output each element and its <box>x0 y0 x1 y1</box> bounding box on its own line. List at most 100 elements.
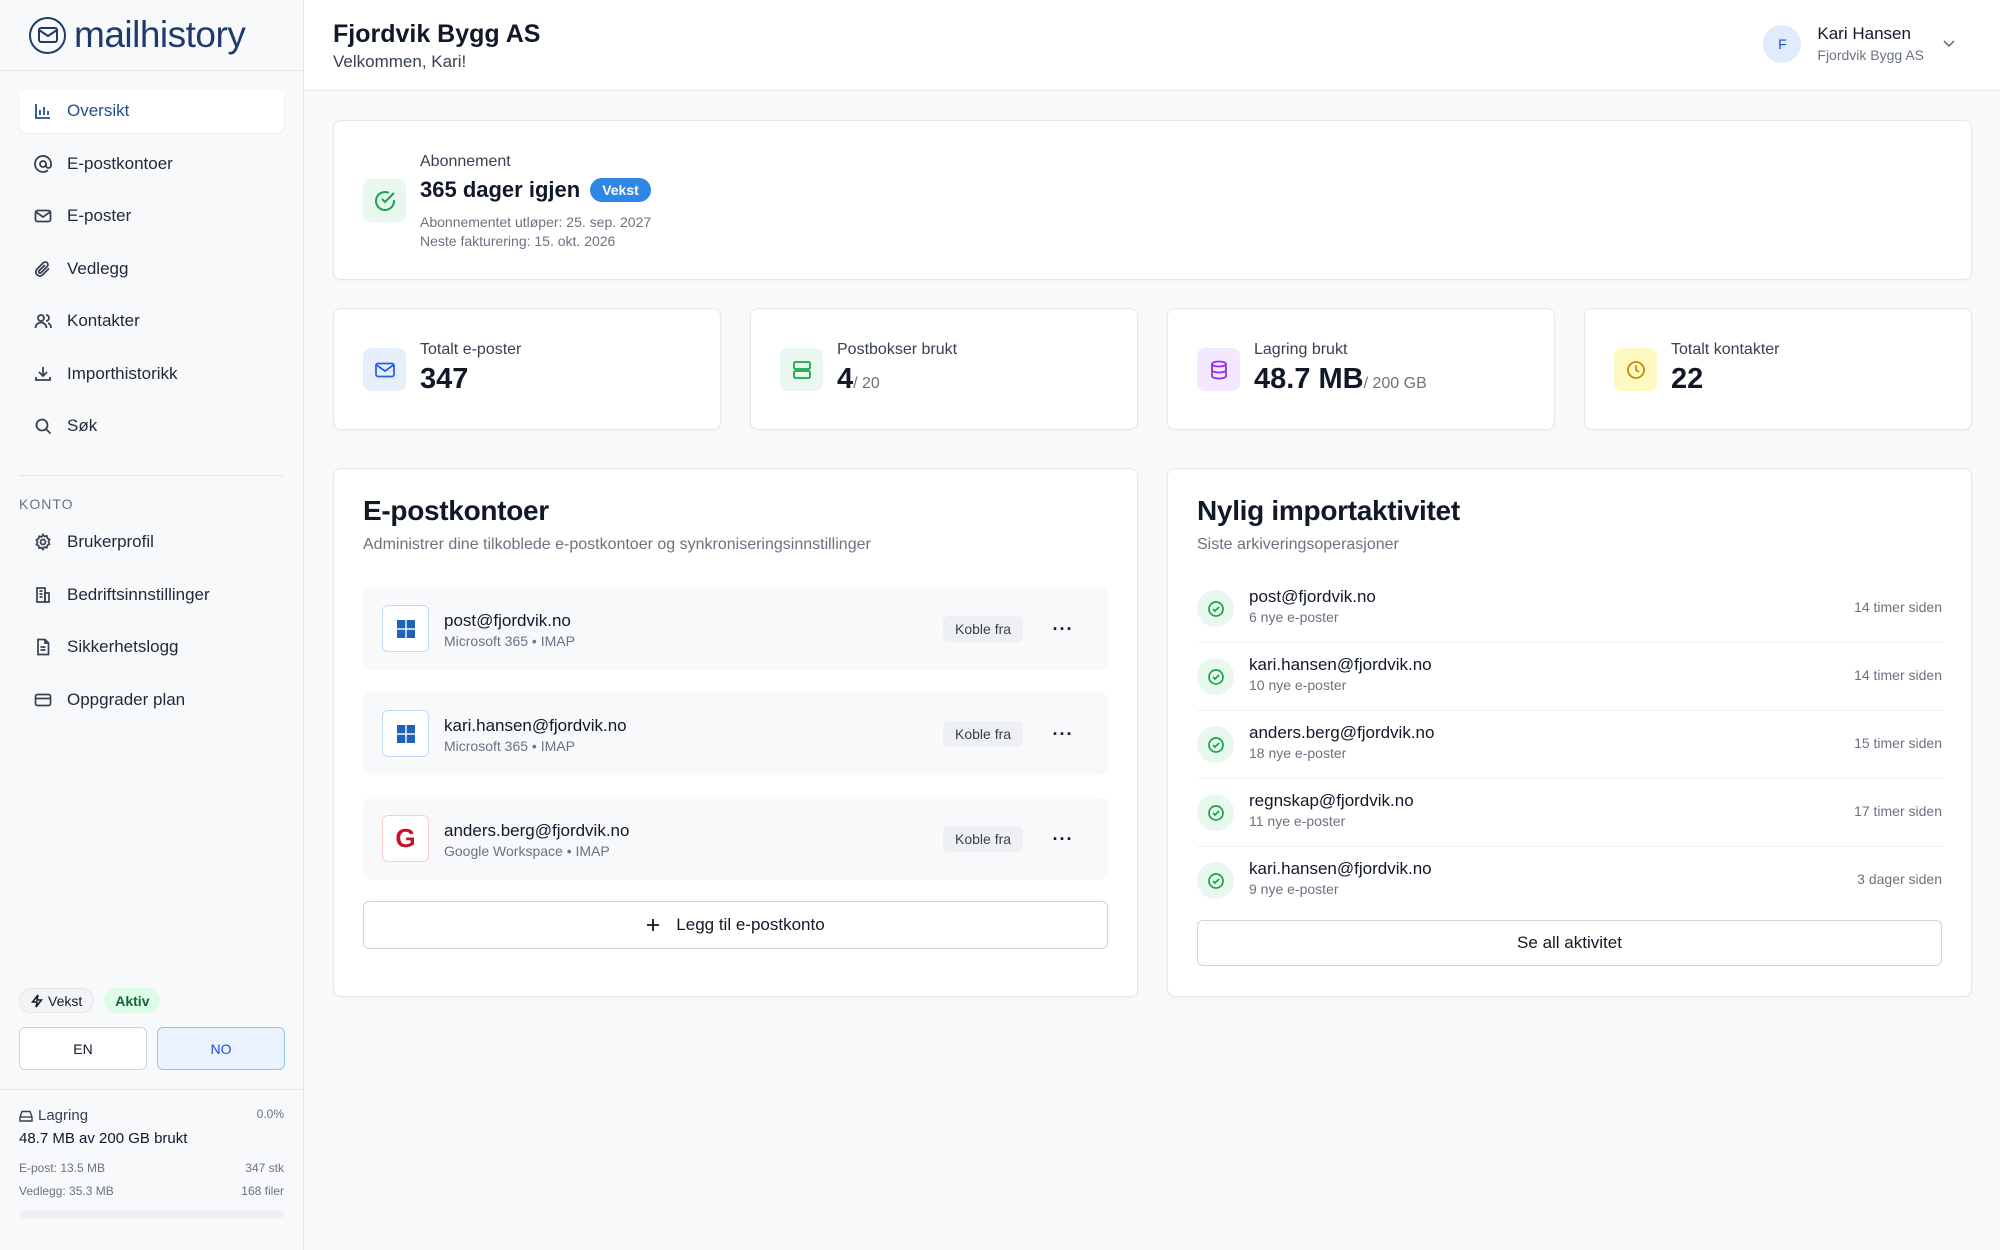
sidebar-item-importhistorikk[interactable]: Importhistorikk <box>19 352 284 396</box>
disconnect-button[interactable]: Koble fra <box>943 826 1024 852</box>
storage-used-text: 48.7 MB av 200 GB brukt <box>19 1130 188 1147</box>
activity-item[interactable]: kari.hansen@fjordvik.no 9 nye e-poster 3… <box>1197 847 1942 915</box>
storage-progress-bar <box>19 1210 284 1218</box>
sidebar-item-label: E-poster <box>67 206 132 225</box>
storage-label: Lagring <box>38 1107 89 1124</box>
activity-item[interactable]: anders.berg@fjordvik.no 18 nye e-poster … <box>1197 711 1942 779</box>
activity-item[interactable]: kari.hansen@fjordvik.no 10 nye e-poster … <box>1197 643 1942 711</box>
see-all-activity-button[interactable]: Se all aktivitet <box>1197 920 1942 966</box>
download-icon <box>33 364 53 384</box>
account-email: kari.hansen@fjordvik.no <box>444 716 627 735</box>
storage-attach-size: Vedlegg: 35.3 MB <box>19 1184 114 1198</box>
welcome-text: Velkommen, Kari! <box>333 52 467 71</box>
stat-label: Totalt e-poster <box>420 341 522 358</box>
sidebar-item-label: Oppgrader plan <box>67 689 186 709</box>
activity-time: 14 timer siden <box>1854 667 1942 683</box>
stat-card-emails: Totalt e-poster 347 <box>333 308 721 430</box>
language-en-button[interactable]: EN <box>19 1027 147 1070</box>
users-icon <box>33 311 53 331</box>
activity-time: 17 timer siden <box>1854 803 1942 819</box>
storage-panel: Lagring 0.0% 48.7 MB av 200 GB brukt E-p… <box>0 1089 303 1218</box>
activity-item[interactable]: post@fjordvik.no 6 nye e-poster 14 timer… <box>1197 575 1942 643</box>
disconnect-button[interactable]: Koble fra <box>943 616 1024 642</box>
more-options-icon[interactable]: ··· <box>1049 826 1077 852</box>
account-type: Google Workspace • IMAP <box>444 843 610 859</box>
sidebar-item-oppgrader-plan[interactable]: Oppgrader plan <box>19 678 284 722</box>
stat-card-mailboxes: Postbokser brukt 4/ 20 <box>750 308 1138 430</box>
clock-icon <box>1614 348 1657 391</box>
credit-card-icon <box>33 690 53 710</box>
sidebar-item-kontakter[interactable]: Kontakter <box>19 299 284 343</box>
section-subtitle: Administrer dine tilkoblede e-postkontoe… <box>363 536 871 553</box>
activity-count: 11 nye e-poster <box>1249 813 1346 829</box>
account-email: anders.berg@fjordvik.no <box>444 821 630 840</box>
sidebar-item-label: Oversikt <box>67 101 130 120</box>
paperclip-icon <box>33 259 53 279</box>
storage-percent: 0.0% <box>256 1107 284 1121</box>
sidebar-item-label: Brukerprofil <box>67 532 154 551</box>
account-email: post@fjordvik.no <box>444 611 571 630</box>
account-row: G anders.berg@fjordvik.no Google Workspa… <box>363 797 1108 880</box>
stat-unit: / 20 <box>853 375 880 392</box>
brand-name: mailhistory <box>74 14 246 55</box>
add-email-account-button[interactable]: Legg til e-postkonto <box>363 901 1108 949</box>
check-circle-icon <box>1197 658 1234 695</box>
disconnect-button[interactable]: Koble fra <box>943 721 1024 747</box>
language-no-button[interactable]: NO <box>157 1027 285 1070</box>
top-header: Fjordvik Bygg AS Velkommen, Kari! F Kari… <box>304 0 2000 91</box>
user-menu[interactable]: F Kari Hansen Fjordvik Bygg AS <box>1763 24 1956 63</box>
account-nav: Brukerprofil Bedriftsinnstillinger Sikke… <box>0 520 303 722</box>
at-sign-icon <box>33 154 53 174</box>
gear-icon <box>33 532 53 552</box>
activity-count: 6 nye e-poster <box>1249 609 1339 625</box>
activity-count: 9 nye e-poster <box>1249 881 1339 897</box>
storage-attach-count: 168 filer <box>241 1184 284 1198</box>
bar-chart-icon <box>33 101 53 121</box>
account-heading: KONTO <box>19 496 74 512</box>
search-icon <box>33 416 53 436</box>
sidebar-item-sok[interactable]: Søk <box>19 404 284 448</box>
activity-count: 18 nye e-poster <box>1249 745 1347 761</box>
sidebar-item-label: Vedlegg <box>67 258 129 278</box>
logo[interactable]: mailhistory <box>0 0 303 71</box>
file-text-icon <box>33 637 53 657</box>
activity-email: regnskap@fjordvik.no <box>1249 791 1414 810</box>
stat-label: Lagring brukt <box>1254 341 1348 358</box>
stat-card-storage: Lagring brukt 48.7 MB/ 200 GB <box>1167 308 1555 430</box>
stat-unit: / 200 GB <box>1363 375 1427 392</box>
account-type: Microsoft 365 • IMAP <box>444 738 575 754</box>
mail-icon <box>363 348 406 391</box>
sidebar-item-label: Bedriftsinnstillinger <box>67 584 210 604</box>
email-accounts-card: E-postkontoer Administrer dine tilkobled… <box>333 468 1138 997</box>
hard-drive-icon <box>19 1110 33 1122</box>
activity-time: 14 timer siden <box>1854 599 1942 615</box>
google-icon: G <box>382 815 429 862</box>
add-email-account-label: Legg til e-postkonto <box>676 915 825 934</box>
plan-badge: Vekst <box>590 178 651 202</box>
account-row: kari.hansen@fjordvik.no Microsoft 365 • … <box>363 692 1108 775</box>
activity-email: post@fjordvik.no <box>1249 587 1376 606</box>
sidebar-item-e-postkontoer[interactable]: E-postkontoer <box>19 142 284 186</box>
activity-email: kari.hansen@fjordvik.no <box>1249 859 1432 878</box>
more-options-icon[interactable]: ··· <box>1049 616 1077 642</box>
sidebar-item-vedlegg[interactable]: Vedlegg <box>19 247 284 291</box>
subscription-next-billing: Neste fakturering: 15. okt. 2026 <box>420 233 616 249</box>
more-options-icon[interactable]: ··· <box>1049 721 1077 747</box>
main-nav: Oversikt E-postkontoer E-poster Vedlegg … <box>0 71 303 448</box>
lightning-icon <box>31 994 43 1008</box>
activity-count: 10 nye e-poster <box>1249 677 1347 693</box>
page-title: Fjordvik Bygg AS <box>333 20 541 48</box>
sidebar-item-bedriftsinnstillinger[interactable]: Bedriftsinnstillinger <box>19 573 284 617</box>
section-subtitle: Siste arkiveringsoperasjoner <box>1197 536 1399 553</box>
sidebar-item-brukerprofil[interactable]: Brukerprofil <box>19 520 284 564</box>
sidebar-item-label: Importhistorikk <box>67 363 178 383</box>
sidebar-item-sikkerhetslogg[interactable]: Sikkerhetslogg <box>19 625 284 669</box>
stat-card-contacts: Totalt kontakter 22 <box>1584 308 1972 430</box>
sidebar-item-e-poster[interactable]: E-poster <box>19 194 284 238</box>
sidebar-item-oversikt[interactable]: Oversikt <box>19 89 284 133</box>
section-title: Nylig importaktivitet <box>1197 495 1460 526</box>
language-switcher: EN NO <box>19 1027 285 1070</box>
activity-item[interactable]: regnskap@fjordvik.no 11 nye e-poster 17 … <box>1197 779 1942 847</box>
building-icon <box>33 585 53 605</box>
check-circle-icon <box>363 179 406 222</box>
